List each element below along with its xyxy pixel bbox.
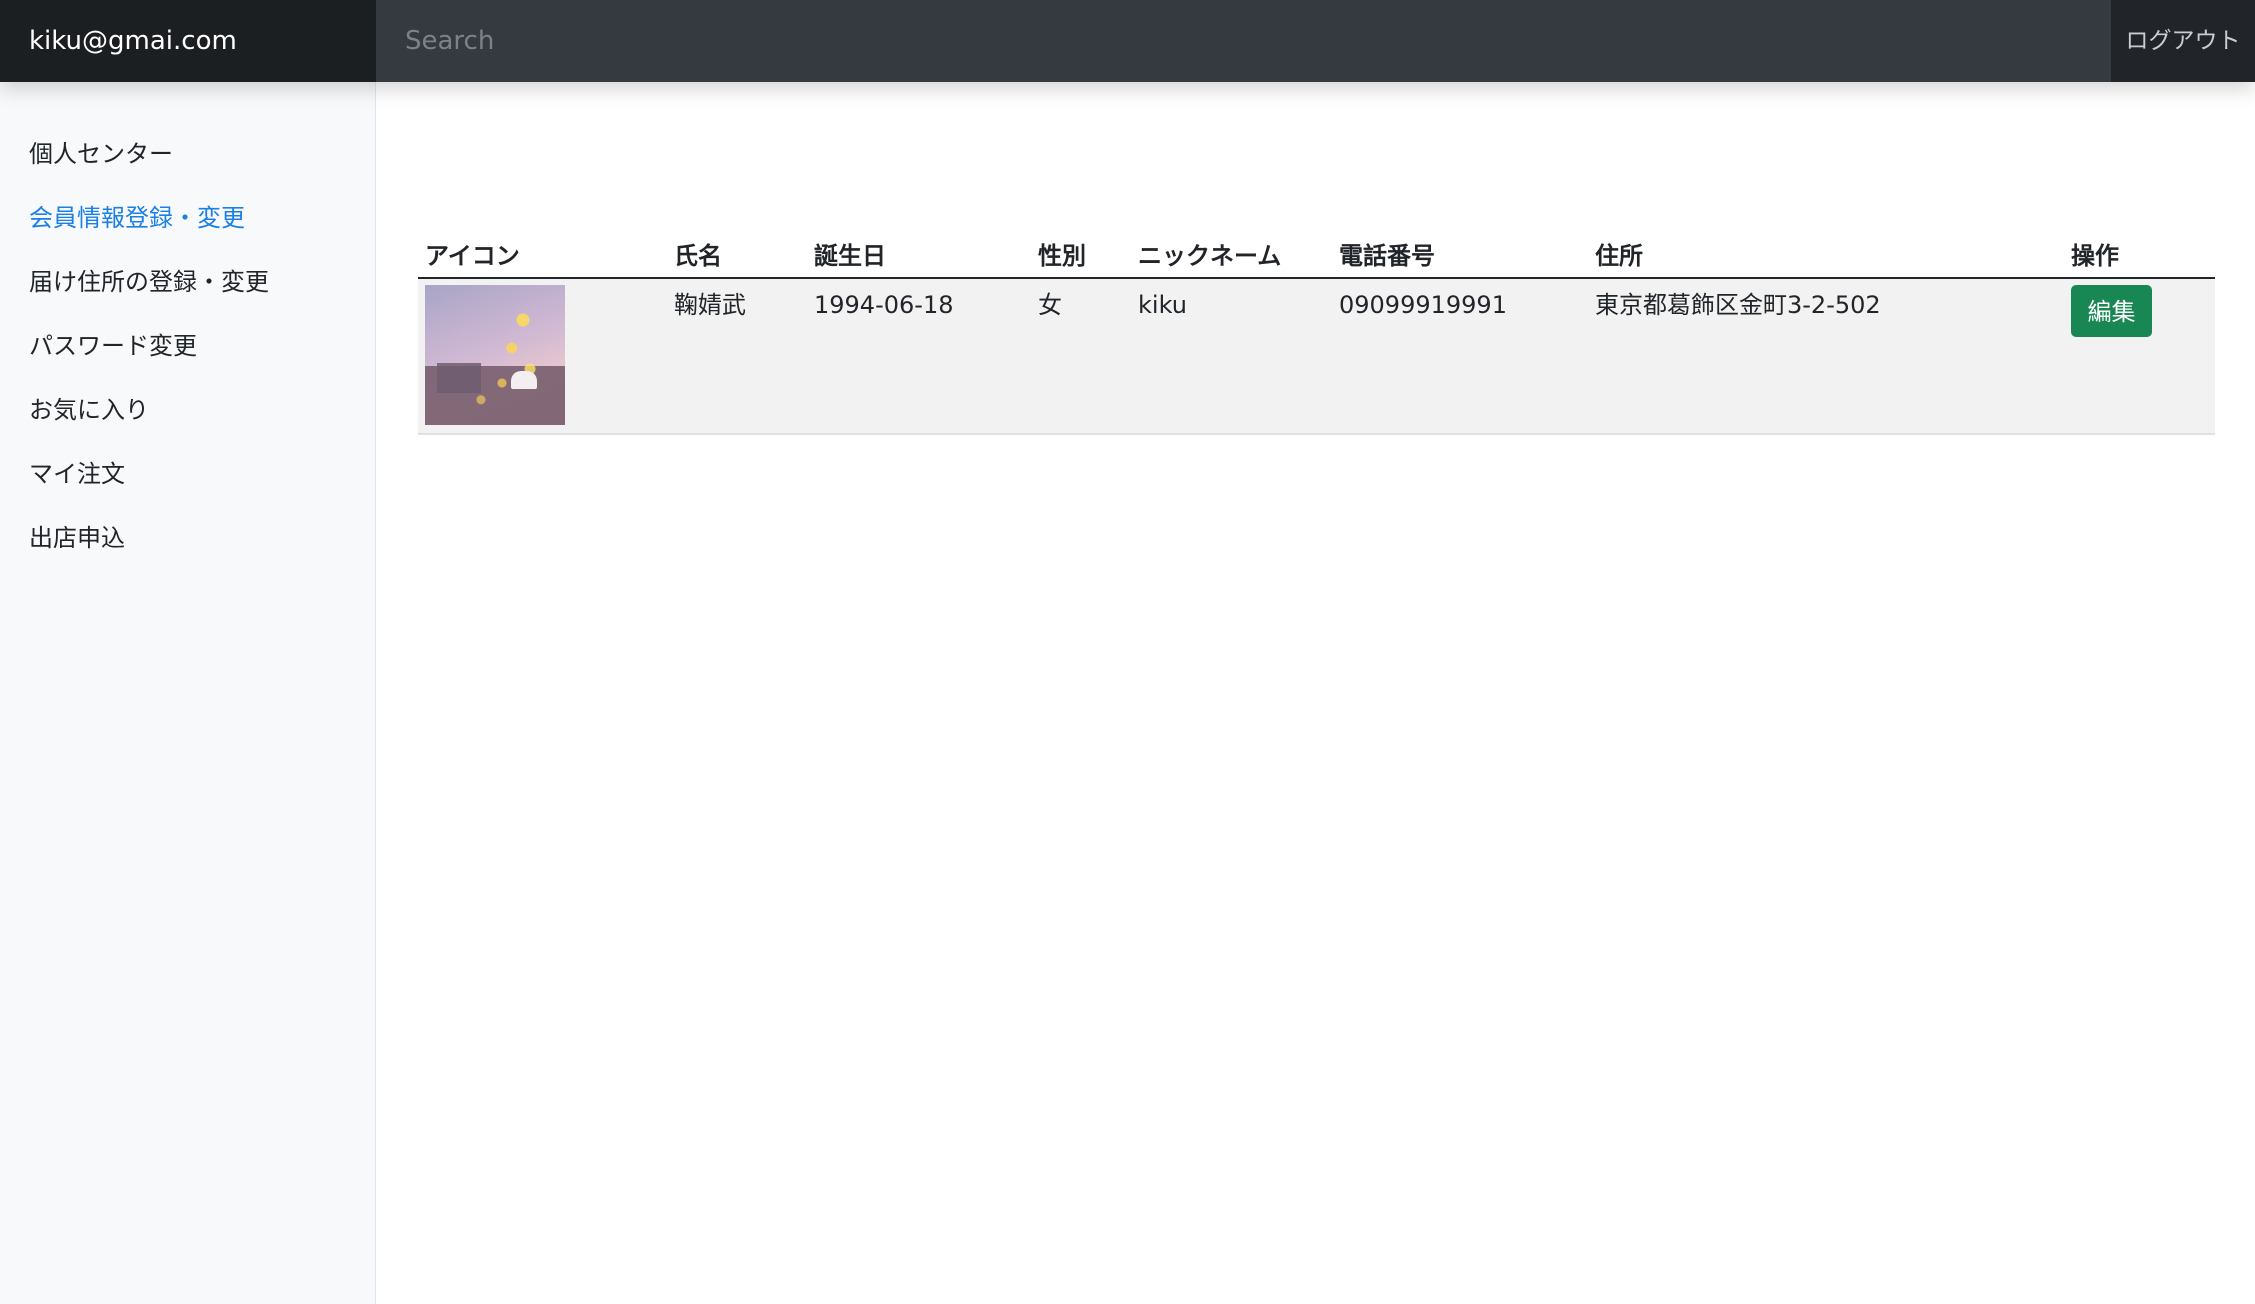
sidebar-item-password[interactable]: パスワード変更 [0, 314, 375, 378]
avatar [425, 285, 565, 425]
sidebar-item-personal-center[interactable]: 個人センター [0, 122, 375, 186]
avatar-cell [418, 278, 667, 435]
column-header-icon: アイコン [418, 230, 667, 279]
column-header-action: 操作 [2064, 230, 2215, 279]
sidebar-item-my-orders[interactable]: マイ注文 [0, 442, 375, 506]
table-header-row: アイコン 氏名 誕生日 性別 ニックネーム 電話番号 住所 操作 [418, 230, 2215, 279]
sidebar-item-member-info[interactable]: 会員情報登録・変更 [0, 186, 375, 250]
sidebar-item-favorites[interactable]: お気に入り [0, 378, 375, 442]
column-header-address: 住所 [1588, 230, 2064, 279]
sidebar-item-delivery-address[interactable]: 届け住所の登録・変更 [0, 250, 375, 314]
sidebar-item-store-application[interactable]: 出店申込 [0, 506, 375, 570]
search-input[interactable] [376, 0, 2111, 82]
edit-button[interactable]: 編集 [2071, 285, 2152, 337]
gender-cell: 女 [1031, 278, 1131, 435]
table-row: 鞠婧武 1994-06-18 女 kiku 09099919991 東京都葛飾区… [418, 278, 2215, 435]
top-navbar: kiku@gmai.com ログアウト [0, 0, 2255, 82]
column-header-gender: 性別 [1031, 230, 1131, 279]
logout-link[interactable]: ログアウト [2111, 0, 2255, 82]
birthday-cell: 1994-06-18 [807, 278, 1031, 435]
main-content: アイコン 氏名 誕生日 性別 ニックネーム 電話番号 住所 操作 鞠婧武 199… [376, 82, 2255, 1304]
user-email: kiku@gmai.com [0, 0, 376, 82]
sidebar: 個人センター 会員情報登録・変更 届け住所の登録・変更 パスワード変更 お気に入… [0, 82, 376, 1304]
column-header-nickname: ニックネーム [1131, 230, 1332, 279]
column-header-birthday: 誕生日 [807, 230, 1031, 279]
nickname-cell: kiku [1131, 278, 1332, 435]
column-header-phone: 電話番号 [1332, 230, 1588, 279]
column-header-name: 氏名 [667, 230, 807, 279]
name-cell: 鞠婧武 [667, 278, 807, 435]
phone-cell: 09099919991 [1332, 278, 1588, 435]
action-cell: 編集 [2064, 278, 2215, 435]
member-info-table: アイコン 氏名 誕生日 性別 ニックネーム 電話番号 住所 操作 鞠婧武 199… [418, 230, 2215, 435]
address-cell: 東京都葛飾区金町3-2-502 [1588, 278, 2064, 435]
